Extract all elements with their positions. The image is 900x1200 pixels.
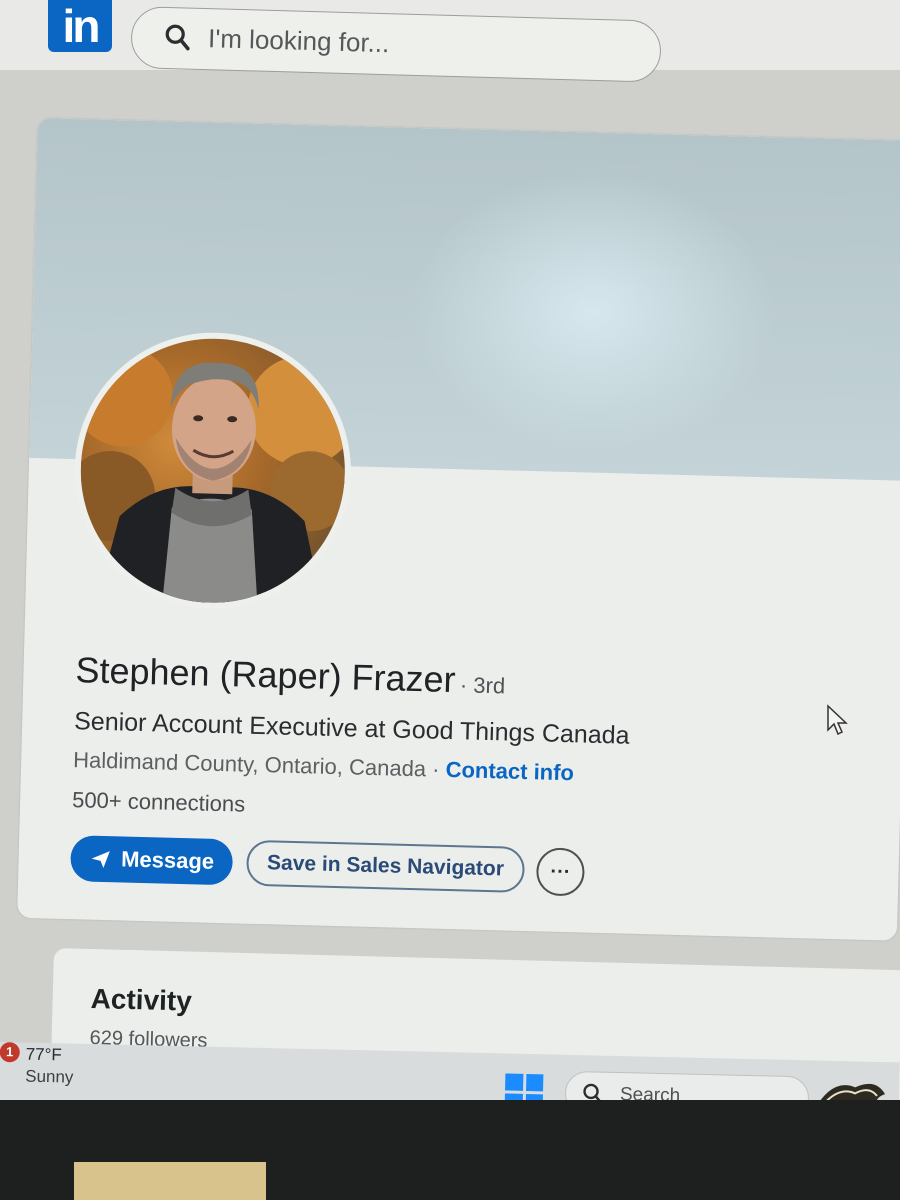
message-button-label: Message xyxy=(120,846,215,874)
search-icon xyxy=(165,24,190,51)
connections-count[interactable]: 500+ connections xyxy=(72,787,246,818)
weather-temperature[interactable]: 77°F xyxy=(25,1045,63,1066)
linkedin-logo[interactable]: in xyxy=(48,0,112,52)
profile-card: Stephen (Raper) Frazer · 3rd Senior Acco… xyxy=(17,118,900,941)
save-in-sales-navigator-button[interactable]: Save in Sales Navigator xyxy=(245,839,526,893)
more-actions-button[interactable]: ··· xyxy=(535,847,586,897)
send-icon xyxy=(91,851,110,868)
location-separator: · xyxy=(425,756,446,782)
message-button[interactable]: Message xyxy=(70,835,234,886)
connection-degree: · 3rd xyxy=(459,672,506,699)
bezel-reflection xyxy=(74,1162,266,1200)
profile-headline: Senior Account Executive at Good Things … xyxy=(73,707,630,750)
contact-info-link[interactable]: Contact info xyxy=(445,757,574,785)
search-bar[interactable] xyxy=(130,6,662,83)
top-navigation-bar: in xyxy=(0,0,900,83)
profile-name-row: Stephen (Raper) Frazer · 3rd xyxy=(75,649,506,702)
avatar-photo xyxy=(71,346,355,606)
search-input[interactable] xyxy=(207,21,629,67)
profile-location-row: Haldimand County, Ontario, Canada · Cont… xyxy=(73,747,574,786)
weather-notification-badge: 1 xyxy=(0,1042,20,1063)
mouse-cursor-icon xyxy=(827,704,848,736)
weather-condition[interactable]: Sunny xyxy=(25,1067,74,1088)
activity-title: Activity xyxy=(90,982,193,1017)
laptop-bezel xyxy=(0,1100,900,1200)
profile-location: Haldimand County, Ontario, Canada xyxy=(72,747,427,782)
profile-name: Stephen (Raper) Frazer xyxy=(75,649,457,701)
